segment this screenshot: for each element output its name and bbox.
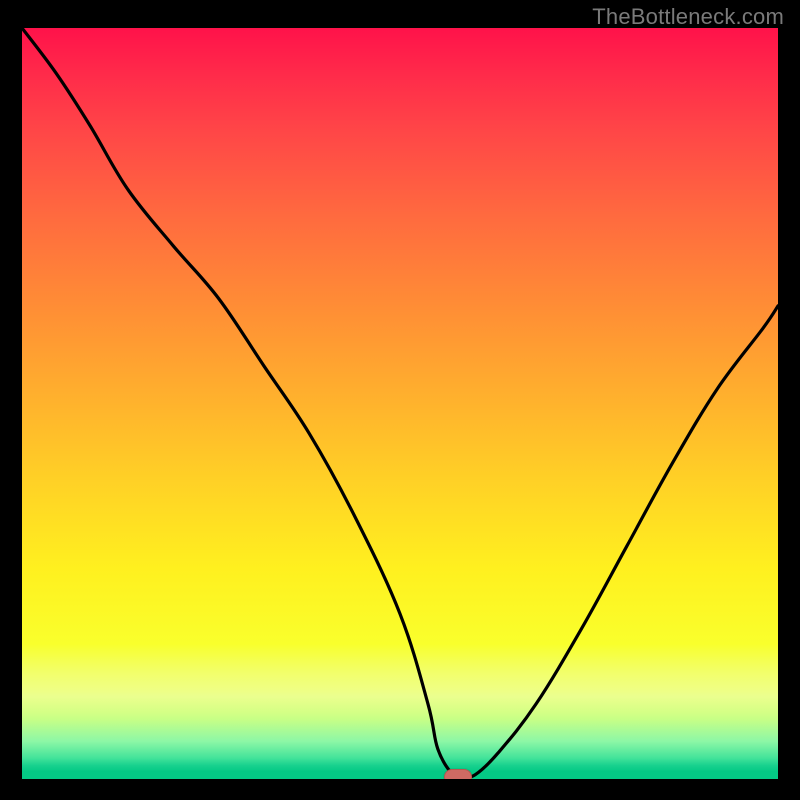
plot-area: [22, 28, 778, 779]
watermark-text: TheBottleneck.com: [592, 4, 784, 30]
bottleneck-curve: [22, 28, 778, 779]
chart-frame: TheBottleneck.com: [0, 0, 800, 800]
optimum-marker: [444, 769, 472, 779]
curve-path: [22, 28, 778, 777]
